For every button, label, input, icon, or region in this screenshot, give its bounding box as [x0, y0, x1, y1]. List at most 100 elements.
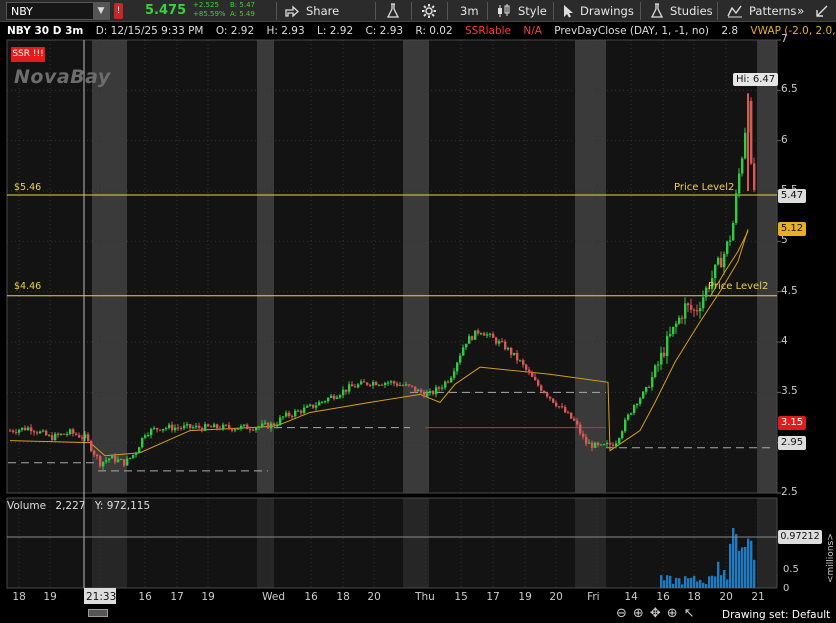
volume-bar [729, 543, 732, 588]
candle-down [648, 386, 651, 388]
candle-down [15, 431, 18, 433]
candle-up [138, 447, 141, 453]
y-tick-label: 3.5 [781, 385, 798, 398]
volume-bar [717, 561, 720, 588]
candle-up [594, 442, 597, 448]
candle-up [462, 347, 465, 356]
candle-down [252, 429, 255, 431]
candle-up [204, 424, 207, 431]
candle-up [615, 443, 618, 447]
studies-button[interactable]: Studies [650, 0, 713, 22]
candle-up [660, 352, 663, 365]
style-button[interactable]: Style [496, 0, 547, 22]
symbol-selector[interactable]: NBY ▼ [6, 2, 110, 20]
candle-up [339, 395, 342, 398]
zoom-in-icon[interactable]: ⊕ [633, 606, 644, 621]
price-chart[interactable] [0, 22, 836, 623]
alert-flag-icon[interactable]: ! [114, 3, 123, 19]
candle-up [498, 341, 501, 344]
candle-up [744, 132, 747, 159]
volume-unit-label: <millions> [826, 533, 836, 583]
candle-down [351, 384, 354, 387]
x-tick-label: 19 [201, 591, 215, 603]
candle-down [225, 424, 228, 426]
flask-button[interactable] [386, 0, 400, 22]
candle-up [732, 223, 735, 241]
x-tick-label: 17 [486, 591, 500, 603]
settings-button[interactable] [421, 0, 437, 22]
candle-down [528, 369, 531, 373]
candle-down [12, 430, 15, 432]
volume-bar [738, 551, 741, 588]
pattern-icon [727, 5, 742, 18]
candle-down [210, 426, 213, 428]
prev-close-study[interactable]: PrevDayClose (DAY, 1, -1, no) [554, 25, 709, 37]
candle-up [390, 381, 393, 383]
volume-bar [693, 575, 696, 588]
candle-up [603, 444, 606, 446]
minimize-chart-button[interactable] [815, 0, 829, 22]
crosshair-icon[interactable]: ⊕ [667, 606, 678, 621]
candle-up [618, 438, 621, 444]
bar-low: L: 2.92 [317, 25, 354, 37]
patterns-button[interactable]: Patterns [727, 0, 796, 22]
candle-down [75, 433, 78, 435]
x-tick-label: Thu [415, 591, 435, 603]
x-tick-label: Wed [262, 591, 285, 603]
premarket-shade-volume [757, 498, 777, 588]
volume-label: Volume [7, 500, 47, 512]
chevron-down-icon[interactable]: ▼ [93, 3, 109, 19]
candle-down [534, 376, 537, 381]
drawings-button[interactable]: Drawings [562, 0, 634, 22]
volume-bar [735, 534, 738, 588]
prev-close-tag: 3.15 [778, 416, 806, 430]
expand-button[interactable]: » [797, 0, 804, 22]
candle-down [9, 430, 12, 432]
candle-up [276, 424, 279, 427]
drawings-label: Drawings [580, 4, 634, 18]
share-button[interactable]: Share [284, 0, 339, 22]
volume-bar [690, 577, 693, 588]
candle-up [678, 317, 681, 324]
timeframe-button[interactable]: 3m [460, 0, 479, 22]
volume-bar [708, 576, 711, 588]
candle-up [60, 433, 63, 435]
candle-down [612, 444, 615, 447]
y-tick-label: 2.5 [781, 486, 798, 498]
candle-down [681, 317, 684, 319]
volume-bar [684, 576, 687, 588]
candle-up [324, 401, 327, 403]
bid-value: B: 5.47 [230, 1, 255, 9]
double-chevron-right-icon: » [797, 4, 805, 18]
volume-bar [672, 583, 675, 588]
candle-down [51, 435, 54, 441]
volume-bar [705, 583, 708, 588]
candle-down [198, 425, 201, 428]
candle-down [543, 390, 546, 394]
vwap-study[interactable]: VWAP (-2.0, 2.0,... [750, 25, 836, 37]
candle-up [489, 333, 492, 335]
y-tick-label: 6 [781, 133, 788, 146]
candle-down [393, 381, 396, 384]
candle-down [177, 427, 180, 429]
candle-up [294, 410, 297, 417]
candle-up [627, 414, 630, 420]
candle-down [375, 382, 378, 386]
candle-up [642, 391, 645, 399]
candle-down [696, 310, 699, 312]
candle-up [684, 303, 687, 319]
candle-up [675, 323, 678, 327]
na-label: N/A [523, 25, 542, 37]
candle-down [495, 337, 498, 344]
cursor-tool-icon[interactable]: ↖ [684, 606, 695, 621]
scroll-handle[interactable] [88, 609, 108, 617]
candle-up [426, 392, 429, 397]
x-tick-label: 19 [518, 591, 532, 603]
volume-bar [687, 578, 690, 588]
candle-down [36, 432, 39, 434]
candle-down [171, 424, 174, 431]
volume-bar [696, 581, 699, 588]
x-tick-label: 15 [454, 591, 468, 603]
pan-icon[interactable]: ✥ [650, 606, 661, 621]
zoom-out-icon[interactable]: ⊖ [616, 606, 627, 621]
